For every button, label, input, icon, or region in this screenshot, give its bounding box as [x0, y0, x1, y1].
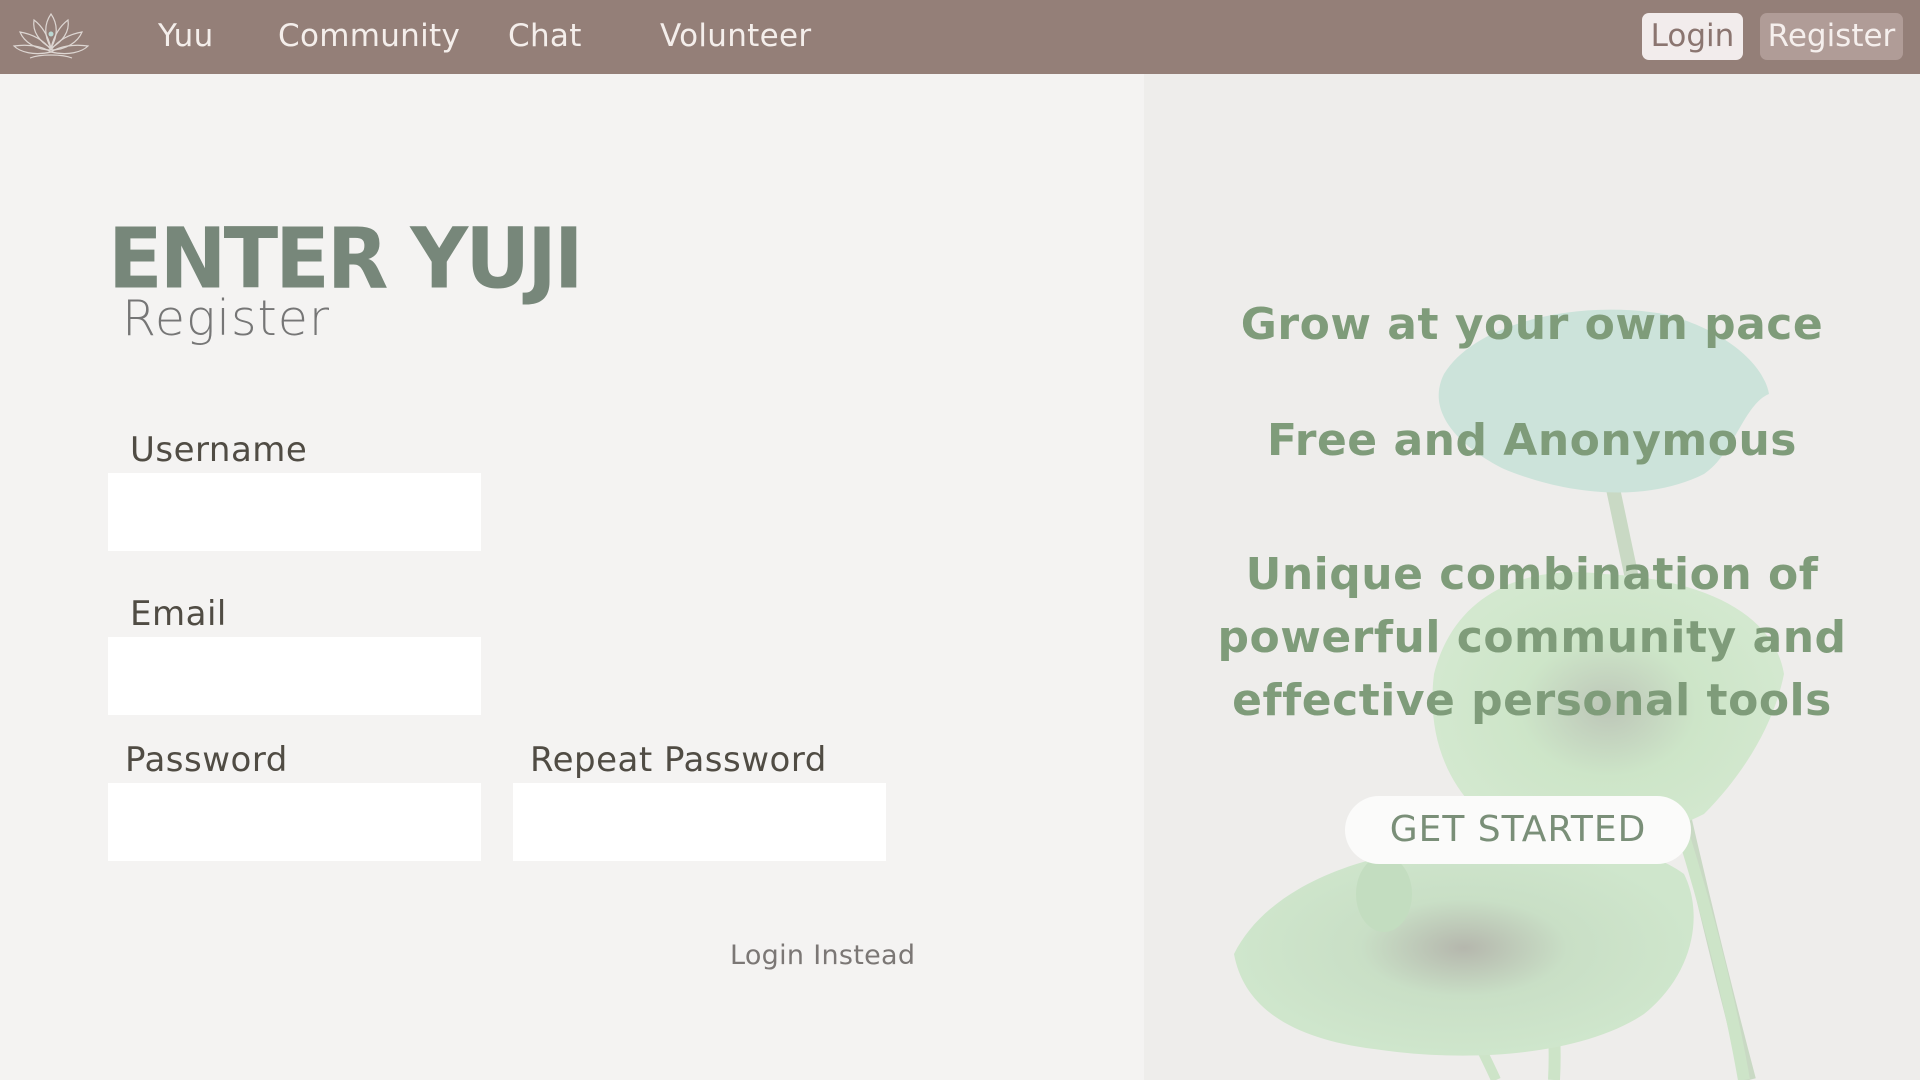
username-label: Username: [130, 430, 308, 470]
promo-tagline-1: Grow at your own pace: [1240, 299, 1824, 350]
login-button[interactable]: Login: [1642, 13, 1743, 60]
nav-link-yuu[interactable]: Yuu: [158, 18, 214, 54]
get-started-button[interactable]: GET STARTED: [1345, 796, 1691, 864]
password-label: Password: [125, 740, 288, 780]
lotus-logo-icon[interactable]: [10, 6, 92, 66]
promo-tagline-2: Free and Anonymous: [1267, 415, 1797, 466]
email-input[interactable]: [108, 637, 481, 715]
username-input[interactable]: [108, 473, 481, 551]
form-subtitle: Register: [122, 290, 331, 347]
nav-link-community[interactable]: Community: [278, 18, 460, 54]
email-label: Email: [130, 594, 227, 634]
repeat-password-input[interactable]: [513, 783, 886, 861]
repeat-password-label: Repeat Password: [530, 740, 827, 780]
promo-tagline-3: Unique combination of powerful community…: [1217, 549, 1847, 726]
nav-link-volunteer[interactable]: Volunteer: [660, 18, 811, 54]
nav-link-chat[interactable]: Chat: [508, 18, 582, 54]
register-button[interactable]: Register: [1760, 13, 1903, 60]
login-instead-link[interactable]: Login Instead: [730, 940, 915, 971]
top-navbar: Yuu Community Chat Volunteer Login Regis…: [0, 0, 1920, 74]
promo-panel: Grow at your own pace Free and Anonymous…: [1144, 74, 1920, 1080]
password-input[interactable]: [108, 783, 481, 861]
